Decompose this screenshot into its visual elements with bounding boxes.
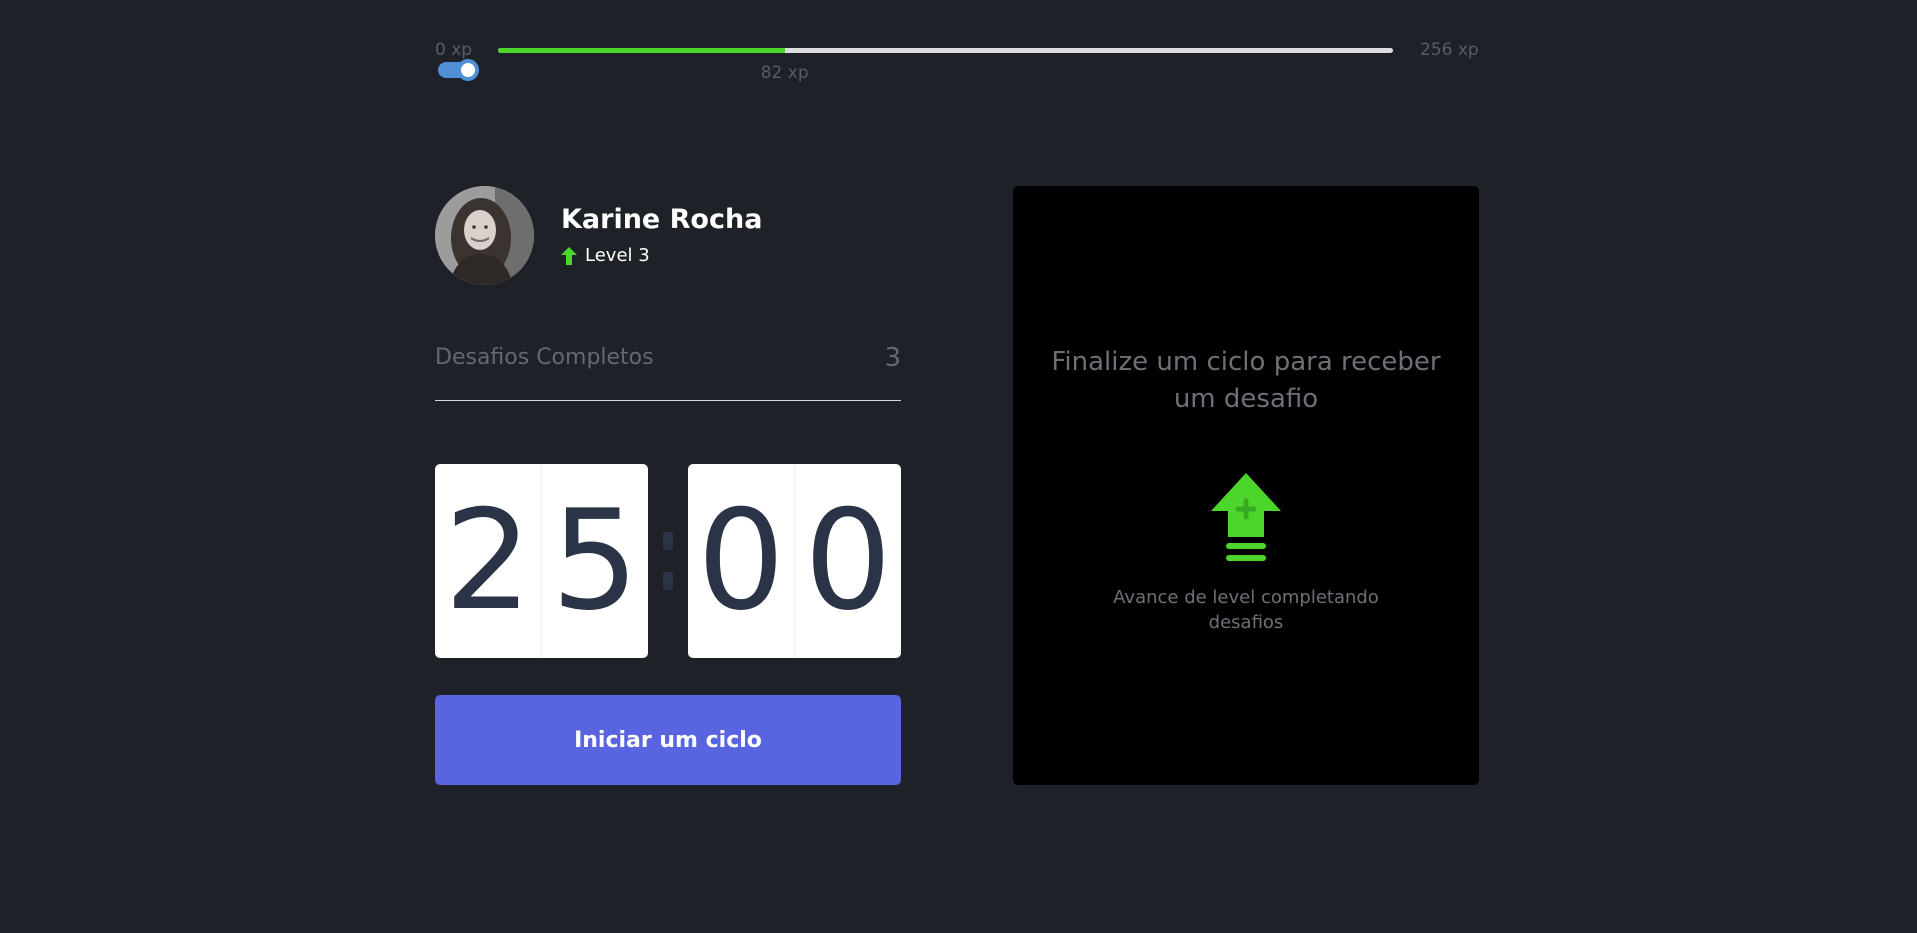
- separator-dot-top: [663, 532, 673, 550]
- level-up-arrow-icon: [561, 246, 577, 265]
- level-up-icon: [1211, 473, 1281, 561]
- challenge-box: Finalize um ciclo para receber um desafi…: [1013, 186, 1479, 785]
- avatar-photo: [435, 186, 534, 285]
- start-cycle-button[interactable]: Iniciar um ciclo: [435, 695, 901, 785]
- time-separator: [648, 464, 688, 658]
- completed-challenges: Desafios Completos 3: [435, 343, 901, 401]
- seconds-display: 0 0: [688, 464, 901, 658]
- minute-digit-ones: 5: [541, 464, 648, 658]
- theme-toggle[interactable]: [438, 59, 479, 81]
- completed-challenges-label: Desafios Completos: [435, 345, 654, 370]
- countdown-timer: 2 5 0 0: [435, 464, 901, 658]
- challenge-box-description: Avance de level completando desafios: [1113, 587, 1379, 633]
- completed-challenges-count: 3: [884, 343, 901, 373]
- avatar: [435, 186, 534, 285]
- xp-progress-track: [498, 48, 1393, 53]
- toggle-knob[interactable]: [457, 59, 479, 81]
- xp-progress-fill: [498, 48, 785, 53]
- second-digit-ones: 0: [794, 464, 901, 658]
- level-label: Level 3: [585, 245, 650, 266]
- xp-min-label: 0 xp: [435, 40, 473, 60]
- separator-dot-bottom: [663, 572, 673, 590]
- xp-max-label: 256 xp: [1420, 40, 1479, 60]
- minute-digit-tens: 2: [444, 480, 532, 641]
- second-digit-tens: 0: [697, 480, 785, 641]
- minutes-display: 2 5: [435, 464, 648, 658]
- level-indicator: Level 3: [561, 245, 650, 266]
- challenge-box-title: Finalize um ciclo para receber um desafi…: [1051, 347, 1441, 414]
- xp-current-label: 82 xp: [760, 63, 809, 83]
- profile-name: Karine Rocha: [561, 204, 763, 235]
